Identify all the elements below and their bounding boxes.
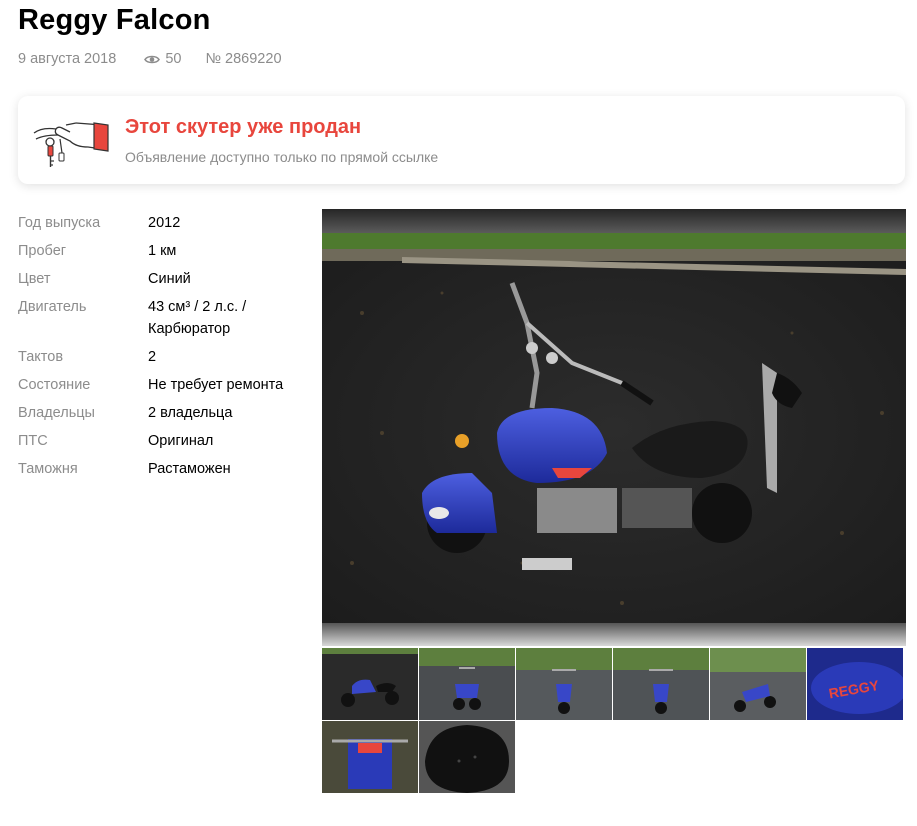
sold-subtitle: Объявление доступно только по прямой ссы… xyxy=(125,149,439,165)
spec-label: Таможня xyxy=(18,461,78,477)
thumbnail-2[interactable] xyxy=(419,648,515,720)
thumbnail-image xyxy=(419,648,515,720)
spec-value: 2 xyxy=(148,349,157,365)
thumbnail-image: REGGY xyxy=(807,648,903,720)
thumbnail-5[interactable] xyxy=(710,648,806,720)
spec-value: Синий xyxy=(148,271,191,287)
spec-row-customs: Таможня Растаможен xyxy=(18,458,308,480)
views-counter: 50 xyxy=(144,51,181,67)
spec-value: 2 владельца xyxy=(148,405,233,421)
spec-value: Оригинал xyxy=(148,433,214,449)
spec-label: Пробег xyxy=(18,243,67,259)
sold-title: Этот скутер уже продан xyxy=(125,116,362,138)
keys-in-hand-icon xyxy=(33,122,109,167)
thumbnail-image xyxy=(419,721,515,793)
spec-label: Год выпуска xyxy=(18,215,101,231)
thumbnail-image xyxy=(613,648,709,720)
listing-number: № 2869220 xyxy=(205,51,282,67)
spec-value: 2012 xyxy=(148,215,181,231)
eye-icon xyxy=(144,55,161,63)
thumbnail-3[interactable] xyxy=(516,648,612,720)
spec-value: Растаможен xyxy=(148,461,231,477)
spec-label: Тактов xyxy=(18,349,64,365)
spec-value: 1 км xyxy=(148,243,177,259)
thumbnail-image xyxy=(322,721,418,793)
spec-row-condition: Состояние Не требует ремонта xyxy=(18,374,308,396)
spec-label: Состояние xyxy=(18,377,91,393)
spec-row-engine: Двигатель 43 см³ / 2 л.с. / Карбюратор xyxy=(18,296,308,340)
thumbnail-4[interactable] xyxy=(613,648,709,720)
listing-meta: 9 августа 2018 50 № 2869220 xyxy=(18,51,282,67)
spec-row-owners: Владельцы 2 владельца xyxy=(18,402,308,424)
spec-row-strokes: Тактов 2 xyxy=(18,346,308,368)
thumbnail-image xyxy=(710,648,806,720)
spec-row-mileage: Пробег 1 км xyxy=(18,240,308,262)
spec-row-pts: ПТС Оригинал xyxy=(18,430,308,452)
sold-notice: Этот скутер уже продан Объявление доступ… xyxy=(18,96,905,184)
listing-date: 9 августа 2018 xyxy=(18,51,117,67)
thumbnail-7[interactable] xyxy=(322,721,418,793)
spec-row-color: Цвет Синий xyxy=(18,268,308,290)
thumbnail-8[interactable] xyxy=(419,721,515,793)
thumbnail-image xyxy=(322,648,418,720)
motorcycle-photo xyxy=(322,233,906,623)
spec-label: Владельцы xyxy=(18,405,95,421)
specs-table: Год выпуска 2012 Пробег 1 км Цвет Синий … xyxy=(18,212,308,486)
spec-value: Не требует ремонта xyxy=(148,377,284,393)
spec-label: Цвет xyxy=(18,271,51,287)
views-count: 50 xyxy=(165,51,182,67)
listing-title: Reggy Falcon xyxy=(18,4,211,36)
spec-label: Двигатель xyxy=(18,299,87,315)
photo-shadow xyxy=(322,623,906,646)
spec-row-year: Год выпуска 2012 xyxy=(18,212,308,234)
spec-label: ПТС xyxy=(18,433,48,449)
thumbnail-6[interactable]: REGGY xyxy=(807,648,903,720)
thumbnail-1[interactable] xyxy=(322,648,418,720)
spec-value: 43 см³ / 2 л.с. / Карбюратор xyxy=(148,299,247,337)
thumbnail-image xyxy=(516,648,612,720)
main-photo[interactable] xyxy=(322,209,906,646)
